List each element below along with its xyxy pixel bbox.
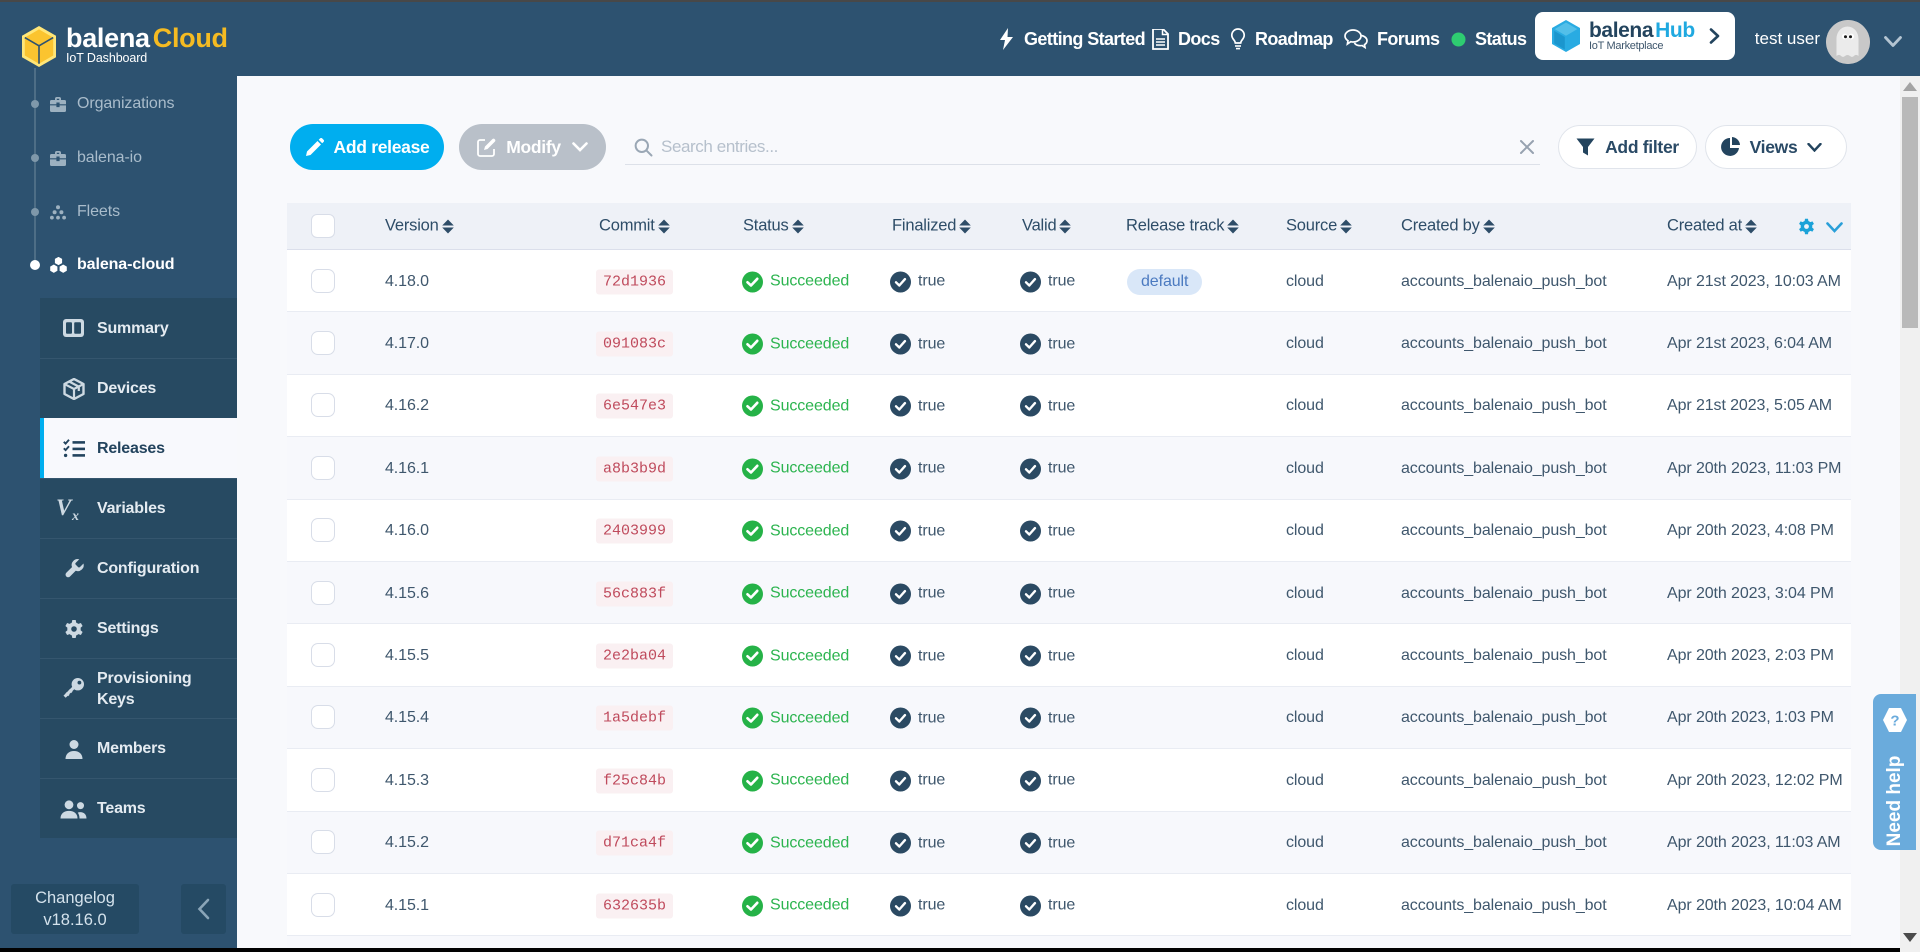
svg-text:?: ? [1890, 713, 1899, 730]
svg-text:V: V [56, 497, 73, 520]
svg-text:x: x [71, 509, 79, 521]
